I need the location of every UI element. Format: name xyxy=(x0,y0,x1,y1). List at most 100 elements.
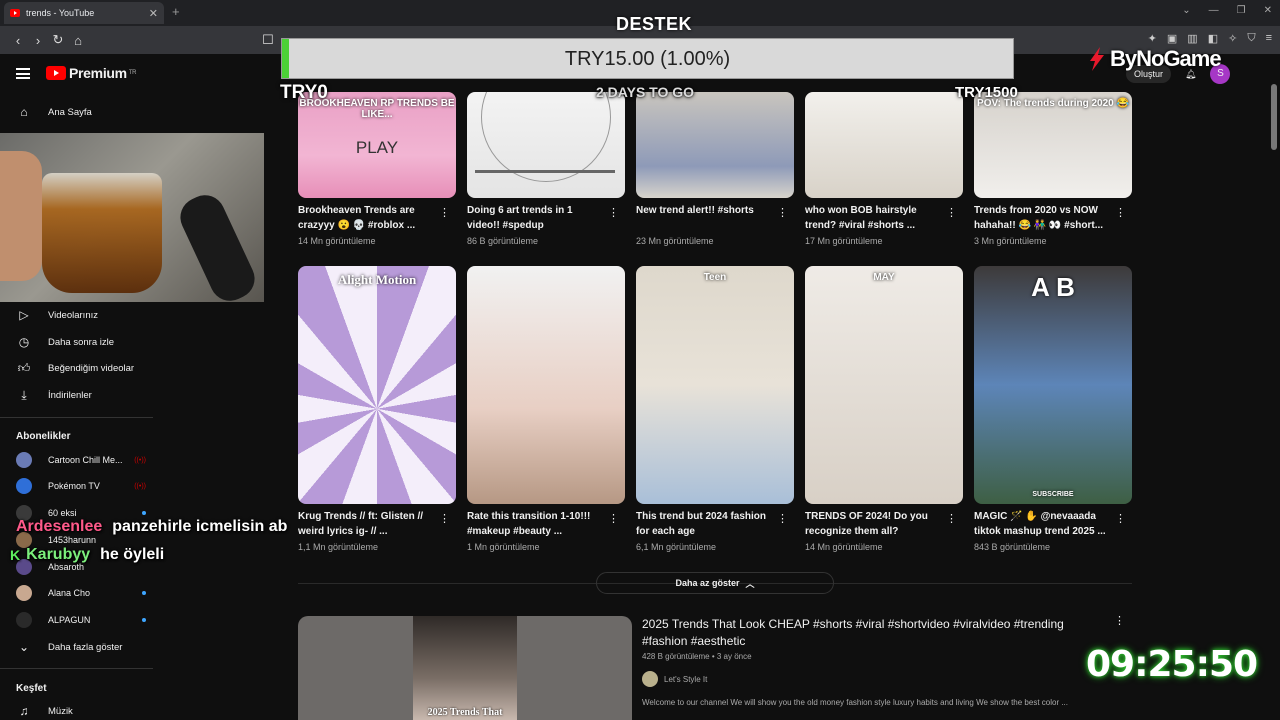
more-options-icon[interactable]: ⋮ xyxy=(1114,614,1125,627)
video-title[interactable]: Doing 6 art trends in 1 video!! #spedup xyxy=(467,204,605,233)
more-options-icon[interactable]: ⋮ xyxy=(946,206,957,219)
video-thumbnail[interactable]: BROOKHEAVEN RP TRENDS BE LIKE... PLAY xyxy=(298,92,456,198)
more-options-icon[interactable]: ⋮ xyxy=(1115,512,1126,525)
forward-icon[interactable]: › xyxy=(28,33,48,48)
video-thumbnail[interactable]: POV: The trends during 2020 😂 xyxy=(974,92,1132,198)
channel-name: Let's Style It xyxy=(664,674,708,684)
chevron-up-icon: ︿ xyxy=(745,578,755,589)
sidebar-divider xyxy=(0,417,153,418)
ai-icon[interactable]: ✧ xyxy=(1228,32,1237,45)
new-content-dot-icon xyxy=(142,618,146,622)
extensions-icon[interactable]: ✦ xyxy=(1148,32,1157,45)
video-title[interactable]: Brookheaven Trends are crazyyy 😮 💀 #robl… xyxy=(298,204,436,233)
menu-icon[interactable]: ≡ xyxy=(1266,32,1272,45)
more-options-icon[interactable]: ⋮ xyxy=(777,512,788,525)
video-thumbnail[interactable]: Alight Motion xyxy=(298,266,456,504)
video-thumbnail[interactable]: MAY xyxy=(805,266,963,504)
more-options-icon[interactable]: ⋮ xyxy=(1115,206,1126,219)
close-window-icon[interactable]: ✕ xyxy=(1264,5,1272,16)
more-options-icon[interactable]: ⋮ xyxy=(439,512,450,525)
video-views: 843 B görüntüleme xyxy=(974,542,1051,552)
live-indicator-icon: ((•)) xyxy=(134,482,146,490)
chat-message: Ardesenlee panzehirle icmelisin ab xyxy=(16,514,287,540)
video-thumbnail[interactable]: A B SUBSCRIBE xyxy=(974,266,1132,504)
sidebar-item-label: Videolarınız xyxy=(48,309,98,321)
tab-title: trends - YouTube xyxy=(26,8,95,18)
hamburger-menu-icon[interactable] xyxy=(16,67,30,79)
tab-search-icon[interactable]: ⌄ xyxy=(1182,5,1190,16)
more-options-icon[interactable]: ⋮ xyxy=(608,512,619,525)
sidebar-item-daha-sonra-izle[interactable]: ◷ Daha sonra izle xyxy=(16,332,114,352)
webcam-tea-mug xyxy=(42,173,162,293)
donation-min: TRY0 xyxy=(280,82,328,103)
webcam-overlay xyxy=(0,133,264,302)
maximize-icon[interactable]: ❐ xyxy=(1237,5,1246,16)
long-video-thumbnail[interactable]: 2025 Trends That xyxy=(298,616,632,720)
video-title[interactable]: Rate this transition 1-10!!! #makeup #be… xyxy=(467,510,605,539)
sidebar-item-beğendiğim-videolar[interactable]: 👍︎ Beğendiğim videolar xyxy=(16,358,134,378)
bookmark-icon[interactable]: ☐ xyxy=(258,32,278,48)
subscription-item[interactable]: Alana Cho xyxy=(16,583,146,603)
reload-icon[interactable]: ↻ xyxy=(48,32,68,48)
channel-avatar[interactable] xyxy=(642,671,658,687)
sidebar-item-music[interactable]: ♫ Müzik xyxy=(16,701,73,720)
long-video-channel[interactable]: Let's Style It xyxy=(642,671,707,687)
thumbnail-overlay-label: SUBSCRIBE xyxy=(1032,491,1074,498)
wallet-icon[interactable]: ◧ xyxy=(1208,32,1218,45)
video-title[interactable]: MAGIC 🪄 ✋ @nevaaada tiktok mashup trend … xyxy=(974,510,1112,539)
more-options-icon[interactable]: ⋮ xyxy=(439,206,450,219)
more-options-icon[interactable]: ⋮ xyxy=(777,206,788,219)
clock-icon: ◷ xyxy=(18,335,30,349)
video-title[interactable]: New trend alert!! #shorts xyxy=(636,204,774,219)
sidebar-icon[interactable]: ▥ xyxy=(1187,32,1197,45)
channel-avatar xyxy=(16,585,32,601)
home-icon[interactable]: ⌂ xyxy=(68,33,88,48)
long-video-title[interactable]: 2025 Trends That Look CHEAP #shorts #vir… xyxy=(642,616,1082,650)
minimize-icon[interactable]: — xyxy=(1209,5,1219,16)
more-options-icon[interactable]: ⋮ xyxy=(946,512,957,525)
page-scrollbar[interactable] xyxy=(1271,84,1277,150)
split-view-icon[interactable]: ▣ xyxy=(1167,32,1177,45)
video-thumbnail[interactable] xyxy=(467,266,625,504)
video-thumbnail[interactable] xyxy=(467,92,625,198)
youtube-logo[interactable]: Premium TR xyxy=(46,65,137,81)
subscription-item[interactable]: Pokémon TV ((•)) xyxy=(16,476,146,496)
thumbnail-overlay-text: A B xyxy=(1031,272,1075,302)
show-more-button[interactable]: ⌄ Daha fazla göster xyxy=(16,637,123,657)
video-title[interactable]: Krug Trends // ft: Glisten // weird lyri… xyxy=(298,510,436,539)
channel-avatar xyxy=(16,612,32,628)
screen: trends - YouTube ✕ + ⌄ — ❐ ✕ ‹ › ↻ ⌂ ☐ ✦… xyxy=(0,0,1280,720)
video-thumbnail[interactable]: Teen xyxy=(636,266,794,504)
sidebar-item-i-ndirilenler[interactable]: ⤓ İndirilenler xyxy=(16,385,91,405)
donation-goal-title: DESTEK xyxy=(616,14,693,34)
show-less-button[interactable]: Daha az göster ︿ xyxy=(596,572,834,594)
show-more-label: Daha fazla göster xyxy=(48,641,123,653)
sidebar-item-videolarınız[interactable]: ▷ Videolarınız xyxy=(16,305,98,325)
extension-icons: ✦ ▣ ▥ ◧ ✧ ⛉ ≡ xyxy=(1148,32,1272,45)
back-icon[interactable]: ‹ xyxy=(8,33,28,48)
video-thumbnail[interactable] xyxy=(636,92,794,198)
music-note-icon: ♫ xyxy=(19,704,29,718)
shield-icon[interactable]: ⛉ xyxy=(1247,32,1255,45)
browser-tab[interactable]: trends - YouTube ✕ xyxy=(4,2,164,24)
video-title[interactable]: This trend but 2024 fashion for each age xyxy=(636,510,774,539)
chat-badge: K xyxy=(10,547,21,563)
sidebar-item-home[interactable]: ⌂ Ana Sayfa xyxy=(16,102,91,122)
subscription-item[interactable]: ALPAGUN xyxy=(16,610,146,630)
art-dial-drawing xyxy=(481,92,611,182)
video-title[interactable]: who won BOB hairstyle trend? #viral #sho… xyxy=(805,204,943,233)
sidebar-item-label: Daha sonra izle xyxy=(48,336,115,348)
donation-days-left: 2 DAYS TO GO xyxy=(596,84,695,100)
subscription-item[interactable]: Cartoon Chill Me... ((•)) xyxy=(16,450,146,470)
donation-progress-bar: TRY15.00 (1.00%) xyxy=(281,38,1014,79)
new-tab-button[interactable]: + xyxy=(172,4,180,19)
stream-timer: 09:25:50 xyxy=(1086,644,1258,685)
video-thumbnail[interactable] xyxy=(805,92,963,198)
video-title[interactable]: Trends from 2020 vs NOW hahaha!! 😂 👫 👀 #… xyxy=(974,204,1112,233)
video-title[interactable]: TRENDS OF 2024! Do you recognize them al… xyxy=(805,510,943,539)
more-options-icon[interactable]: ⋮ xyxy=(608,206,619,219)
close-tab-icon[interactable]: ✕ xyxy=(149,7,158,20)
sidebar-music-label: Müzik xyxy=(48,705,73,717)
thumb-up-icon: 👍︎ xyxy=(17,360,31,375)
video-views: 1 Mn görüntüleme xyxy=(467,542,540,552)
